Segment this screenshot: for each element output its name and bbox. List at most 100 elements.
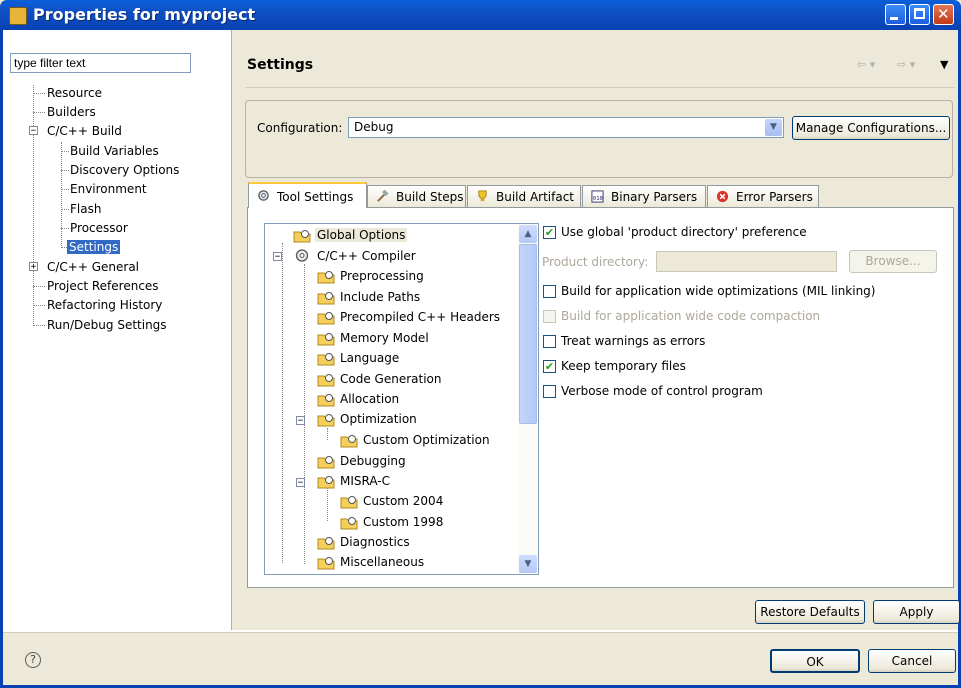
browse-button[interactable]: Browse... [849, 250, 937, 273]
tool-node-code-generation[interactable]: Code Generation [340, 372, 441, 386]
scroll-up-icon[interactable]: ▲ [519, 225, 537, 243]
product-dir-field[interactable] [656, 251, 837, 272]
scroll-thumb[interactable] [519, 244, 537, 424]
folder-options-icon [317, 312, 335, 325]
tab-error-parsers[interactable]: Error Parsers [707, 185, 819, 207]
tool-node-memory-model[interactable]: Memory Model [340, 331, 429, 345]
tree-guide-line [282, 243, 283, 563]
nav-item-discovery-options[interactable]: Discovery Options [70, 163, 179, 177]
tree-guide-line [33, 85, 34, 326]
use-global-dir-label: Use global 'product directory' preferenc… [561, 225, 807, 239]
mil-linking-checkbox[interactable] [543, 285, 556, 298]
cancel-button[interactable]: Cancel [868, 649, 956, 673]
maximize-button[interactable] [909, 4, 930, 25]
tab-build-steps[interactable]: Build Steps [367, 185, 466, 207]
warnings-as-errors-checkbox[interactable] [543, 335, 556, 348]
tab-binary-parsers[interactable]: 010 Binary Parsers [582, 185, 706, 207]
folder-options-icon [340, 517, 358, 530]
tool-node-custom-optimization[interactable]: Custom Optimization [363, 433, 490, 447]
gear-icon [258, 190, 269, 201]
help-icon[interactable]: ? [25, 652, 41, 668]
filter-input[interactable] [10, 53, 191, 73]
keep-temp-files-checkbox[interactable]: ✔ [543, 360, 556, 373]
collapse-toggle[interactable]: − [29, 126, 38, 136]
tab-tool-settings[interactable]: Tool Settings [248, 182, 367, 208]
tree-guide-line [33, 286, 45, 287]
tree-guide-line [61, 142, 62, 248]
nav-item-processor[interactable]: Processor [70, 221, 128, 235]
verbose-mode-label: Verbose mode of control program [561, 384, 763, 398]
hammer-icon [377, 190, 389, 202]
nav-item-project-references[interactable]: Project References [47, 279, 159, 293]
code-compaction-label: Build for application wide code compacti… [561, 309, 821, 323]
title-bar[interactable]: Properties for myproject ✕ [0, 0, 961, 30]
nav-item-cpp-build[interactable]: C/C++ Build [47, 124, 122, 138]
nav-item-flash[interactable]: Flash [70, 202, 101, 216]
tab-label: Binary Parsers [611, 190, 698, 204]
tree-scrollbar[interactable]: ▲ ▼ [518, 224, 538, 574]
folder-options-icon [317, 394, 335, 407]
collapse-toggle[interactable]: − [296, 478, 305, 488]
gear-icon [295, 249, 309, 262]
tab-label: Build Artifact [496, 190, 574, 204]
tab-build-artifact[interactable]: Build Artifact [467, 185, 581, 207]
expand-toggle[interactable]: + [29, 262, 38, 272]
use-global-dir-checkbox[interactable]: ✔ [543, 226, 556, 239]
tab-label: Build Steps [396, 190, 464, 204]
mil-linking-label: Build for application wide optimizations… [561, 284, 876, 298]
scroll-down-icon[interactable]: ▼ [519, 555, 537, 573]
folder-options-icon [317, 353, 335, 366]
ok-button[interactable]: OK [770, 649, 860, 673]
back-icon[interactable]: ⇦ ▾ [857, 58, 875, 71]
tool-node-custom-2004[interactable]: Custom 2004 [363, 494, 443, 508]
tab-label: Tool Settings [277, 190, 354, 204]
tab-label: Error Parsers [736, 190, 813, 204]
apply-button[interactable]: Apply [873, 600, 960, 624]
close-button[interactable]: ✕ [933, 4, 954, 25]
tool-node-allocation[interactable]: Allocation [340, 392, 399, 406]
nav-item-refactoring-history[interactable]: Refactoring History [47, 298, 162, 312]
folder-options-icon [340, 435, 358, 448]
tool-node-optimization[interactable]: Optimization [340, 412, 417, 426]
tool-node-precompiled-headers[interactable]: Precompiled C++ Headers [340, 310, 500, 324]
nav-item-environment[interactable]: Environment [70, 182, 147, 196]
tool-node-language[interactable]: Language [340, 351, 399, 365]
code-compaction-checkbox [543, 310, 556, 323]
nav-item-run-debug-settings[interactable]: Run/Debug Settings [47, 318, 167, 332]
tool-node-global-options[interactable]: Global Options [315, 228, 408, 242]
minimize-button[interactable] [885, 4, 906, 25]
tool-node-diagnostics[interactable]: Diagnostics [340, 535, 410, 549]
folder-options-icon [317, 333, 335, 346]
tree-guide-line [33, 325, 45, 326]
tree-guide-line [61, 209, 69, 210]
forward-icon[interactable]: ⇨ ▾ [897, 58, 915, 71]
maximize-icon [914, 8, 925, 19]
tool-node-include-paths[interactable]: Include Paths [340, 290, 420, 304]
restore-defaults-button[interactable]: Restore Defaults [755, 600, 865, 624]
tool-node-miscellaneous[interactable]: Miscellaneous [340, 555, 424, 569]
tree-guide-line [61, 189, 69, 190]
nav-item-settings[interactable]: Settings [67, 240, 121, 254]
nav-item-resource[interactable]: Resource [47, 86, 102, 100]
collapse-toggle[interactable]: − [296, 416, 305, 426]
tool-node-misra-c[interactable]: MISRA-C [340, 474, 390, 488]
header-divider [245, 87, 955, 88]
tool-node-debugging[interactable]: Debugging [340, 454, 406, 468]
collapse-toggle[interactable]: − [273, 252, 282, 262]
minimize-icon [890, 17, 898, 20]
manage-configurations-button[interactable]: Manage Configurations... [792, 116, 950, 140]
configuration-select[interactable]: Debug ▼ [348, 117, 784, 138]
view-menu-icon[interactable]: ▼ [940, 58, 948, 71]
verbose-mode-checkbox[interactable] [543, 385, 556, 398]
nav-item-builders[interactable]: Builders [47, 105, 96, 119]
tool-node-custom-1998[interactable]: Custom 1998 [363, 515, 443, 529]
tree-guide-line [61, 151, 69, 152]
warnings-as-errors-label: Treat warnings as errors [561, 334, 706, 348]
nav-item-cpp-general[interactable]: C/C++ General [47, 260, 139, 274]
tool-node-compiler[interactable]: C/C++ Compiler [317, 249, 416, 263]
configuration-value: Debug [354, 120, 394, 134]
nav-item-build-variables[interactable]: Build Variables [70, 144, 159, 158]
page-title: Settings [247, 57, 314, 73]
chevron-down-icon[interactable]: ▼ [765, 119, 782, 136]
tool-node-preprocessing[interactable]: Preprocessing [340, 269, 424, 283]
